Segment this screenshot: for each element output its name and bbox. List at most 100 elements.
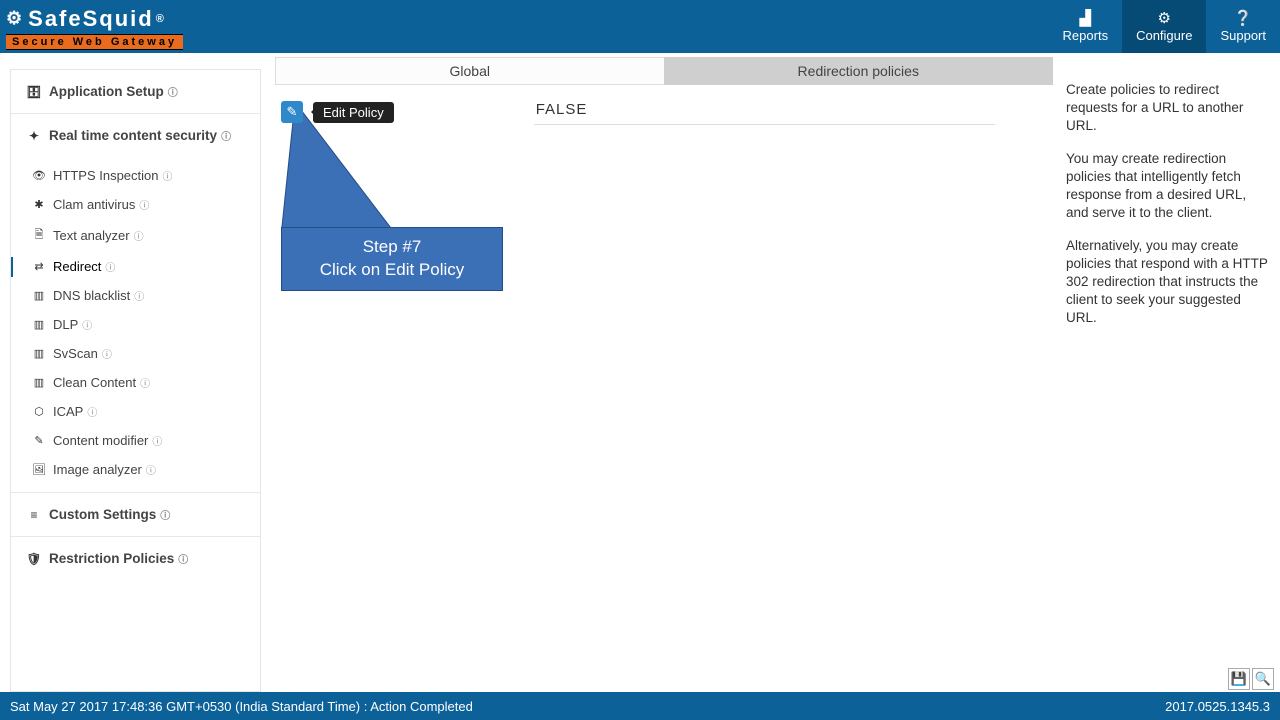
edit-policy-button[interactable]: ✎ xyxy=(281,101,303,123)
sidebar-item-label: Clam antivirus xyxy=(53,197,135,212)
brand-logo: ⚙ SafeSquid ® Secure Web Gateway xyxy=(0,0,191,53)
info-icon: ⓘ xyxy=(160,507,170,522)
shield-icon: 🛡 xyxy=(25,552,43,566)
sidebar: 🗄 Application Setup ⓘ ✦ Real time conten… xyxy=(10,69,261,692)
sidebar-item-label: Clean Content xyxy=(53,375,136,390)
tabs: Global Redirection policies xyxy=(275,57,1053,85)
sidebar-restrict-label: Restriction Policies xyxy=(49,551,174,566)
sidebar-item-label: DNS blacklist xyxy=(53,288,130,303)
info-icon: ⓘ xyxy=(87,404,97,419)
shuffle-icon: ⇄ xyxy=(29,260,49,273)
sidebar-custom[interactable]: ≡ Custom Settings ⓘ xyxy=(11,493,260,536)
sidebar-item-image[interactable]: 🖼 Image analyzer ⓘ xyxy=(11,455,260,484)
footer-tools: 💾 🔍 xyxy=(1228,668,1274,690)
sidebar-item-dlp[interactable]: ▥ DLP ⓘ xyxy=(11,310,260,339)
sidebar-realtime[interactable]: ✦ Real time content security ⓘ xyxy=(11,114,260,157)
info-icon: ⓘ xyxy=(146,462,156,477)
tab-global[interactable]: Global xyxy=(275,57,664,85)
help-p2: You may create redirection policies that… xyxy=(1066,150,1268,223)
info-icon: ⓘ xyxy=(82,317,92,332)
info-icon: ⓘ xyxy=(168,84,178,99)
header-bar: ⚙ SafeSquid ® Secure Web Gateway ▟ Repor… xyxy=(0,0,1280,53)
sidebar-item-label: DLP xyxy=(53,317,78,332)
eye-icon: 👁 xyxy=(29,169,49,182)
barcode-icon: ▥ xyxy=(29,289,49,302)
sidebar-item-dns[interactable]: ▥ DNS blacklist ⓘ xyxy=(11,281,260,310)
help-icon: ❔ xyxy=(1234,11,1253,26)
info-icon: ⓘ xyxy=(178,551,188,566)
save-icon: 💾 xyxy=(1231,671,1247,687)
sidebar-custom-label: Custom Settings xyxy=(49,507,156,522)
sidebar-item-svscan[interactable]: ▥ SvScan ⓘ xyxy=(11,339,260,368)
file-icon: 🗎 xyxy=(29,226,49,245)
tab-global-label: Global xyxy=(450,63,490,79)
step-callout: Step #7 Click on Edit Policy xyxy=(281,227,503,291)
help-p1: Create policies to redirect requests for… xyxy=(1066,81,1268,136)
info-icon: ⓘ xyxy=(134,228,144,243)
brand-reg: ® xyxy=(156,13,166,25)
nav-support-label: Support xyxy=(1220,28,1266,43)
sidebar-item-label: SvScan xyxy=(53,346,98,361)
footer-bar: Sat May 27 2017 17:48:36 GMT+0530 (India… xyxy=(0,692,1280,720)
info-icon: ⓘ xyxy=(139,197,149,212)
cogs-icon: ⚙ xyxy=(1158,11,1171,26)
tab-redir-label: Redirection policies xyxy=(798,63,919,79)
sidebar-app-setup[interactable]: 🗄 Application Setup ⓘ xyxy=(11,70,260,113)
sidebar-item-label: Redirect xyxy=(53,259,101,274)
chart-icon: ▟ xyxy=(1080,11,1092,26)
barcode-icon: ▥ xyxy=(29,318,49,331)
sidebar-item-icap[interactable]: ⬡ ICAP ⓘ xyxy=(11,397,260,426)
brand-tagline: Secure Web Gateway xyxy=(6,34,183,50)
sidebar-item-label: Text analyzer xyxy=(53,228,130,243)
nav-configure[interactable]: ⚙ Configure xyxy=(1122,0,1206,53)
sidebar-item-label: HTTPS Inspection xyxy=(53,168,159,183)
sidebar-item-label: Image analyzer xyxy=(53,462,142,477)
sidebar-app-setup-label: Application Setup xyxy=(49,84,164,99)
hex-icon: ⬡ xyxy=(29,405,49,418)
puzzle-icon: ✱ xyxy=(29,198,49,211)
sidebar-item-label: ICAP xyxy=(53,404,83,419)
pencil-square-icon: ✎ xyxy=(287,104,298,120)
sidebar-restrict[interactable]: 🛡 Restriction Policies ⓘ xyxy=(11,537,260,580)
edit-icon: ✎ xyxy=(29,434,49,447)
sidebar-item-label: Content modifier xyxy=(53,433,148,448)
barcode-icon: ▥ xyxy=(29,347,49,360)
sidebar-item-contentmod[interactable]: ✎ Content modifier ⓘ xyxy=(11,426,260,455)
nav-support[interactable]: ❔ Support xyxy=(1206,0,1280,53)
wand-icon: ✦ xyxy=(25,129,43,143)
footer-status: Sat May 27 2017 17:48:36 GMT+0530 (India… xyxy=(10,699,473,714)
nav-reports-label: Reports xyxy=(1063,28,1109,43)
policy-value: FALSE xyxy=(534,99,995,125)
policy-value-text: FALSE xyxy=(536,101,588,118)
search-button[interactable]: 🔍 xyxy=(1252,668,1274,690)
gears-icon: ⚙ xyxy=(6,8,24,29)
info-icon: ⓘ xyxy=(105,259,115,274)
sidebar-item-clam[interactable]: ✱ Clam antivirus ⓘ xyxy=(11,190,260,219)
sidebar-item-clean[interactable]: ▥ Clean Content ⓘ xyxy=(11,368,260,397)
sliders-icon: ≡ xyxy=(25,508,43,522)
tab-redirection-policies[interactable]: Redirection policies xyxy=(664,57,1054,85)
nav-configure-label: Configure xyxy=(1136,28,1192,43)
barcode-icon: ▥ xyxy=(29,376,49,389)
info-icon: ⓘ xyxy=(140,375,150,390)
briefcase-icon: 🗄 xyxy=(25,85,43,99)
nav-reports[interactable]: ▟ Reports xyxy=(1049,0,1123,53)
help-panel: Create policies to redirect requests for… xyxy=(1056,53,1280,692)
sidebar-item-text[interactable]: 🗎 Text analyzer ⓘ xyxy=(11,219,260,252)
sidebar-item-https[interactable]: 👁 HTTPS Inspection ⓘ xyxy=(11,161,260,190)
sidebar-item-redirect[interactable]: ⇄ Redirect ⓘ xyxy=(11,252,260,281)
header-nav: ▟ Reports ⚙ Configure ❔ Support xyxy=(1049,0,1280,53)
search-icon: 🔍 xyxy=(1255,671,1271,687)
info-icon: ⓘ xyxy=(221,128,231,143)
info-icon: ⓘ xyxy=(152,433,162,448)
save-button[interactable]: 💾 xyxy=(1228,668,1250,690)
info-icon: ⓘ xyxy=(134,288,144,303)
sidebar-realtime-label: Real time content security xyxy=(49,128,217,143)
help-p3: Alternatively, you may create policies t… xyxy=(1066,237,1268,328)
sidebar-items: 👁 HTTPS Inspection ⓘ ✱ Clam antivirus ⓘ … xyxy=(11,157,260,492)
info-icon: ⓘ xyxy=(163,168,173,183)
content-area: ✎ Edit Policy FALSE Step #7 Click on Edi… xyxy=(275,85,1056,125)
footer-version: 2017.0525.1345.3 xyxy=(1165,699,1270,714)
info-icon: ⓘ xyxy=(102,346,112,361)
callout-line2: Click on Edit Policy xyxy=(282,259,502,282)
